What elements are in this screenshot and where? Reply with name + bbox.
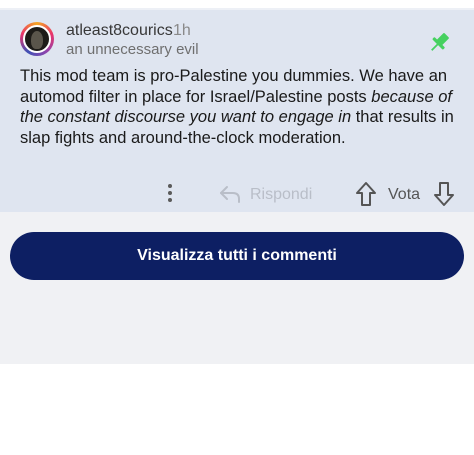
comments-footer: Visualizza tutti i commenti <box>0 212 474 364</box>
avatar-image <box>23 25 51 53</box>
more-vertical-icon[interactable] <box>163 182 177 204</box>
comment-body: This mod team is pro-Palestine you dummi… <box>20 66 460 148</box>
reply-button[interactable]: Rispondi <box>250 186 312 204</box>
blank-area <box>0 364 474 455</box>
comment-actions: Rispondi Vota <box>0 178 474 212</box>
reply-arrow-icon[interactable] <box>219 185 241 203</box>
upvote-arrow-icon[interactable] <box>355 181 377 207</box>
comment-username[interactable]: atleast8courics <box>66 22 173 40</box>
avatar[interactable] <box>20 22 54 56</box>
view-all-comments-button[interactable]: Visualizza tutti i commenti <box>10 232 464 280</box>
user-flair: an unnecessary evil <box>66 41 199 58</box>
comment-card: atleast8courics 1h an unnecessary evil T… <box>0 8 474 212</box>
top-strip <box>0 0 474 8</box>
pin-icon <box>431 33 449 51</box>
page: atleast8courics 1h an unnecessary evil T… <box>0 0 474 455</box>
comment-time: 1h <box>173 22 191 39</box>
vote-label: Vota <box>388 186 421 203</box>
downvote-arrow-icon[interactable] <box>433 181 455 207</box>
